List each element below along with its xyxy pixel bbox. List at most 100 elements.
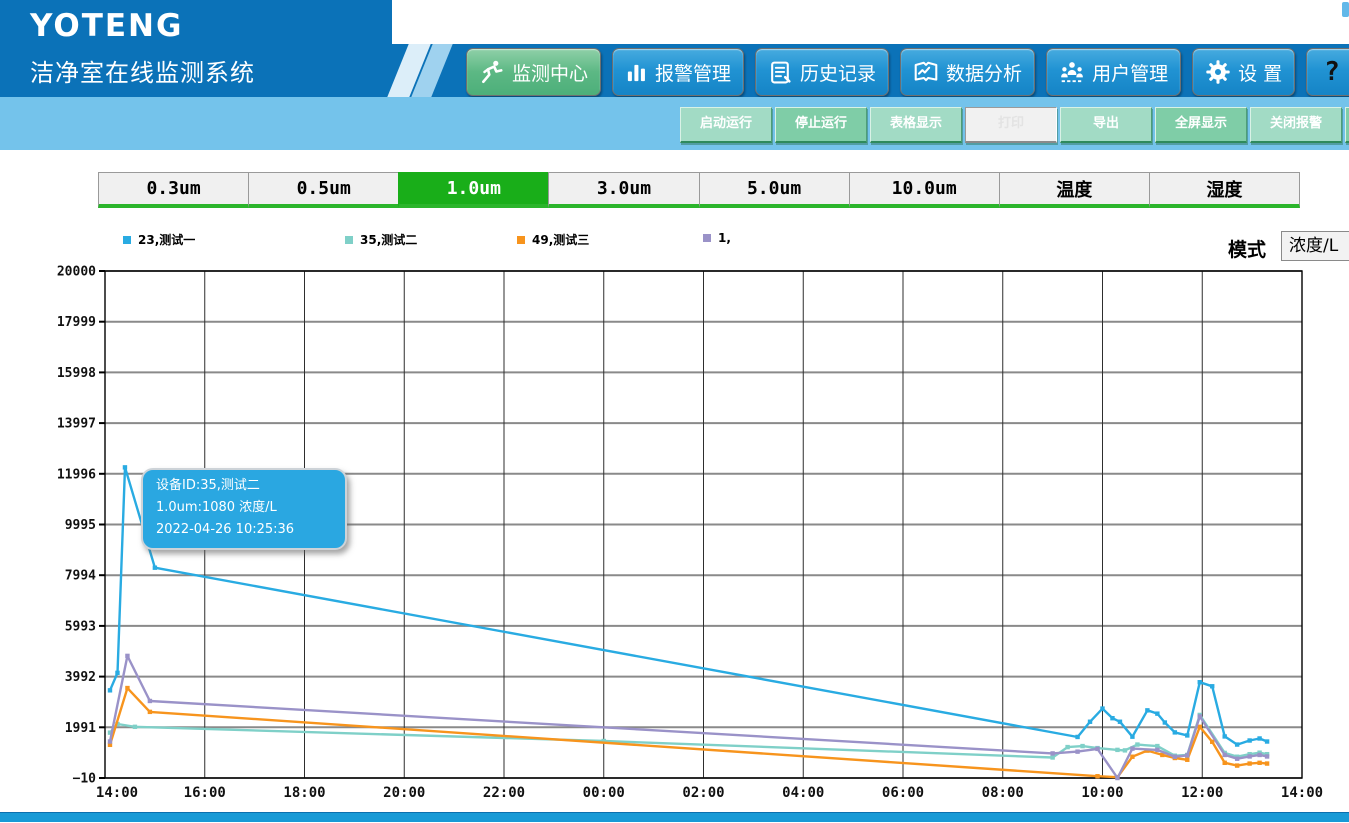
- legend-label: 23,测试一: [138, 231, 195, 248]
- data-point: [1075, 735, 1079, 739]
- legend-item-3[interactable]: 1,: [703, 231, 731, 245]
- data-point: [1235, 757, 1239, 761]
- tooltip-device: 设备ID:35,测试二: [156, 475, 332, 497]
- data-point: [125, 654, 129, 658]
- help-icon: ?: [1319, 59, 1345, 85]
- legend-item-0[interactable]: 23,测试一: [123, 231, 195, 248]
- data-point: [1135, 742, 1139, 746]
- data-point: [108, 688, 112, 692]
- toolbar-button-4[interactable]: 导出: [1060, 107, 1152, 143]
- y-tick-label: 17999: [57, 315, 96, 330]
- y-tick-label: −10: [73, 772, 97, 787]
- data-point: [1123, 748, 1127, 752]
- toolbar-button-1[interactable]: 停止运行: [775, 107, 867, 143]
- y-tick-label: 7994: [65, 569, 96, 584]
- data-point: [1210, 684, 1214, 688]
- x-tick-label: 10:00: [1081, 785, 1123, 801]
- tab-0[interactable]: 0.3um: [98, 172, 249, 208]
- data-point: [1265, 754, 1269, 758]
- data-point: [1257, 753, 1261, 757]
- toolbar-button-0[interactable]: 启动运行: [680, 107, 772, 143]
- data-point: [1155, 744, 1159, 748]
- logo: YOTENG 洁净室在线监测系统: [0, 0, 392, 97]
- data-point: [1235, 763, 1239, 767]
- data-point: [1265, 761, 1269, 765]
- x-tick-label: 14:00: [1281, 785, 1323, 801]
- nav-button-label: 数据分析: [946, 59, 1022, 86]
- monitor-center-icon: [479, 59, 505, 85]
- data-point: [108, 739, 112, 743]
- nav-button-5[interactable]: 设 置: [1192, 48, 1295, 96]
- tab-1[interactable]: 0.5um: [248, 172, 399, 208]
- toolbar-button-7[interactable]: [1345, 107, 1349, 143]
- y-tick-label: 3992: [65, 670, 96, 685]
- toolbar-button-2[interactable]: 表格显示: [870, 107, 962, 143]
- history-icon: [768, 60, 793, 85]
- nav-button-0[interactable]: 监测中心: [466, 48, 601, 96]
- nav-button-4[interactable]: 用户管理: [1046, 48, 1181, 96]
- y-tick-label: 13997: [57, 417, 96, 432]
- y-tick-label: 5993: [65, 619, 96, 634]
- user-manage-icon: [1059, 59, 1085, 85]
- data-point: [1110, 716, 1114, 720]
- data-point: [1130, 755, 1134, 759]
- y-tick-label: 9995: [65, 518, 96, 533]
- nav-button-6[interactable]: ?帮 助: [1306, 48, 1349, 96]
- x-tick-label: 08:00: [982, 785, 1024, 801]
- data-point: [125, 686, 129, 690]
- toolbar-button-5[interactable]: 全屏显示: [1155, 107, 1247, 143]
- data-point: [1257, 761, 1261, 765]
- y-tick-label: 1991: [65, 721, 96, 736]
- app-root: YOTENG 洁净室在线监测系统 监测中心报警管理历史记录 数据分析 用户管理设 置…: [0, 0, 1349, 823]
- data-point: [1095, 747, 1099, 751]
- nav-button-label: 监测中心: [512, 59, 588, 86]
- nav-button-1[interactable]: 报警管理: [612, 48, 744, 96]
- legend-swatch-icon: [123, 236, 131, 244]
- tab-2[interactable]: 1.0um: [398, 172, 549, 208]
- legend-label: 49,测试三: [532, 231, 589, 248]
- data-point: [1235, 742, 1239, 746]
- data-point: [1222, 761, 1226, 765]
- svg-text:?: ?: [1324, 59, 1340, 85]
- y-tick-label: 20000: [57, 265, 96, 280]
- nav-button-3[interactable]: 数据分析: [900, 48, 1035, 96]
- tab-7[interactable]: 湿度: [1149, 172, 1300, 208]
- x-tick-label: 16:00: [184, 785, 226, 801]
- nav-button-label: 用户管理: [1092, 59, 1168, 86]
- tab-5[interactable]: 10.0um: [849, 172, 1000, 208]
- app-header: YOTENG 洁净室在线监测系统 监测中心报警管理历史记录 数据分析 用户管理设 置…: [0, 0, 1349, 97]
- app-title: YOTENG: [30, 8, 183, 44]
- data-point: [1145, 708, 1149, 712]
- y-tick-label: 15998: [57, 366, 96, 381]
- data-point: [123, 465, 127, 469]
- legend-item-2[interactable]: 49,测试三: [517, 231, 589, 248]
- header-corner-button[interactable]: [1342, 2, 1349, 17]
- main-nav: 监测中心报警管理历史记录 数据分析 用户管理设 置 ?帮 助: [466, 48, 1349, 96]
- tab-4[interactable]: 5.0um: [699, 172, 850, 208]
- chart-tooltip: 设备ID:35,测试二 1.0um:1080 浓度/L 2022-04-26 1…: [141, 468, 347, 550]
- footer-bar: [0, 812, 1349, 822]
- data-point: [1198, 714, 1202, 718]
- nav-button-2[interactable]: 历史记录: [755, 48, 889, 96]
- alarm-manage-icon: [625, 61, 648, 84]
- legend-label: 35,测试二: [360, 231, 417, 248]
- data-analysis-icon: [913, 59, 939, 85]
- data-point: [1118, 720, 1122, 724]
- data-point: [1163, 720, 1167, 724]
- data-point: [1247, 738, 1251, 742]
- data-point: [1210, 740, 1214, 744]
- tab-6[interactable]: 温度: [999, 172, 1150, 208]
- data-point: [1130, 746, 1134, 750]
- data-point: [1173, 730, 1177, 734]
- tab-3[interactable]: 3.0um: [548, 172, 699, 208]
- toolbar-button-6[interactable]: 关闭报警: [1250, 107, 1342, 143]
- legend-item-1[interactable]: 35,测试二: [345, 231, 417, 248]
- x-tick-label: 00:00: [583, 785, 625, 801]
- legend-swatch-icon: [517, 236, 525, 244]
- y-tick-label: 11996: [57, 467, 96, 482]
- data-point: [1257, 736, 1261, 740]
- toolbar-button-3[interactable]: 打印: [965, 107, 1057, 143]
- data-point: [1115, 776, 1119, 780]
- data-point: [1185, 758, 1189, 762]
- data-point: [115, 671, 119, 675]
